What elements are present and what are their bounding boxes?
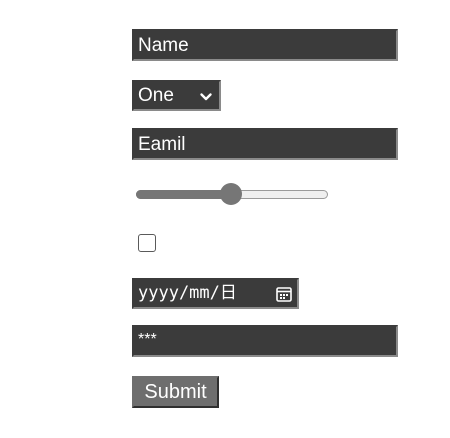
option-select-value: One	[138, 85, 174, 106]
submit-button[interactable]: Submit	[132, 376, 219, 408]
date-input[interactable]: yyyy/mm/日	[132, 278, 299, 309]
password-input[interactable]: ***	[132, 325, 398, 357]
range-slider[interactable]	[136, 183, 328, 205]
name-input-placeholder: Name	[138, 34, 189, 56]
email-input[interactable]: Eamil	[132, 128, 398, 160]
slider-fill	[136, 190, 231, 199]
date-input-placeholder: yyyy/mm/日	[138, 283, 237, 303]
email-input-placeholder: Eamil	[138, 133, 186, 155]
calendar-icon[interactable]	[275, 285, 293, 303]
checkbox[interactable]	[138, 234, 156, 252]
option-select[interactable]: One	[132, 80, 221, 111]
name-input[interactable]: Name	[132, 29, 398, 61]
slider-thumb[interactable]	[220, 183, 242, 205]
form-page: Name One Eamil yyyy/mm/日 *** Submit	[0, 0, 450, 438]
chevron-down-icon	[199, 89, 213, 103]
password-input-value: ***	[138, 331, 157, 348]
